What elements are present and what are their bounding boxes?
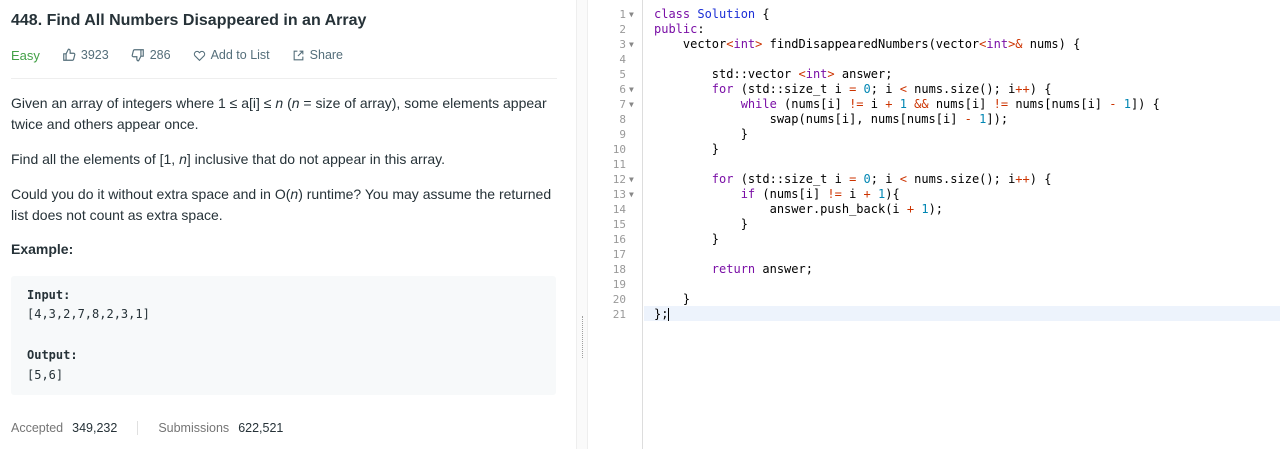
input-label: Input: xyxy=(27,288,71,302)
like-button[interactable]: 3923 xyxy=(62,48,109,62)
line-number: 15 xyxy=(612,218,626,231)
code-editor[interactable]: 1 ▼ 2 3 ▼ 4 5 6 ▼ 7 ▼ 8 9 10 11 12 ▼ 13 … xyxy=(588,0,1280,449)
problem-panel: 448. Find All Numbers Disappeared in an … xyxy=(0,0,576,449)
desc-text: ] inclusive that do not appear in this a… xyxy=(186,151,445,167)
fold-arrow-icon[interactable]: ▼ xyxy=(629,7,639,22)
output-value: [5,6] xyxy=(27,368,64,382)
stats-separator xyxy=(137,421,139,435)
dislike-count: 286 xyxy=(149,48,171,62)
example-heading: Example: xyxy=(11,241,74,257)
code-line: } xyxy=(654,127,748,141)
add-to-list-button[interactable]: Add to List xyxy=(193,48,270,62)
description-paragraph-3: Could you do it without extra space and … xyxy=(11,184,556,226)
code-line: if (nums[i] != i + 1){ xyxy=(740,187,900,201)
line-number: 4 xyxy=(619,53,626,66)
line-number: 17 xyxy=(612,248,626,261)
stats-bar: Accepted 349,232 Submissions 622,521 xyxy=(11,421,283,435)
accepted-label: Accepted xyxy=(11,421,64,435)
fold-arrow-icon[interactable]: ▼ xyxy=(629,37,639,52)
description-paragraph-1: Given an array of integers where 1 ≤ a[i… xyxy=(11,93,556,135)
desc-text: Given an array of integers where 1 ≤ a[i… xyxy=(11,95,276,111)
line-number: 9 xyxy=(619,128,626,141)
share-button[interactable]: Share xyxy=(292,48,343,62)
code-line: for (std::size_t i = 0; i < nums.size();… xyxy=(711,82,1052,96)
line-number: 5 xyxy=(619,68,626,81)
code-line: } xyxy=(654,292,691,306)
heart-icon xyxy=(193,50,205,61)
line-number: 2 xyxy=(619,23,626,36)
code-line: }; xyxy=(654,307,670,321)
line-number-gutter: 1 ▼ 2 3 ▼ 4 5 6 ▼ 7 ▼ 8 9 10 11 12 ▼ 13 … xyxy=(588,0,643,449)
line-number: 18 xyxy=(612,263,626,276)
line-number: 3 xyxy=(619,38,626,51)
code-line: swap(nums[i], nums[nums[i] - 1]); xyxy=(654,112,1009,126)
thumbs-up-icon xyxy=(63,48,76,61)
line-number: 19 xyxy=(612,278,626,291)
line-number: 6 xyxy=(619,83,626,96)
code-line: class Solution { xyxy=(654,7,770,21)
active-line-highlight xyxy=(644,306,1280,321)
input-value: [4,3,2,7,8,2,3,1] xyxy=(27,307,150,321)
add-to-list-label: Add to List xyxy=(210,48,270,62)
line-number: 8 xyxy=(619,113,626,126)
line-number: 7 xyxy=(619,98,626,111)
text-caret xyxy=(668,308,670,321)
line-number: 13 xyxy=(612,188,626,201)
problem-title: 448. Find All Numbers Disappeared in an … xyxy=(11,12,367,29)
code-line: answer.push_back(i + 1); xyxy=(654,202,944,216)
code-line: public: xyxy=(654,22,705,36)
share-icon xyxy=(293,50,304,60)
line-number: 20 xyxy=(612,293,626,306)
submissions-value: 622,521 xyxy=(238,421,284,435)
code-line: } xyxy=(654,142,720,156)
fold-arrow-icon[interactable]: ▼ xyxy=(629,82,639,97)
drag-grip xyxy=(582,316,584,358)
line-number: 11 xyxy=(612,158,626,171)
code-line: std::vector <int> answer; xyxy=(654,67,893,81)
code-line: return answer; xyxy=(711,262,813,276)
problem-meta: Easy 3923 286 Add to List Share xyxy=(11,46,365,64)
panel-resize-handle[interactable] xyxy=(576,0,588,449)
example-block: Input: [4,3,2,7,8,2,3,1] Output: [5,6] xyxy=(11,276,556,395)
dislike-button[interactable]: 286 xyxy=(131,48,171,62)
desc-text: Could you do it without extra space and … xyxy=(11,186,291,202)
code-line: } xyxy=(654,232,720,246)
line-number: 12 xyxy=(612,173,626,186)
code-line: for (std::size_t i = 0; i < nums.size();… xyxy=(711,172,1052,186)
code-line: while (nums[i] != i + 1 && nums[i] != nu… xyxy=(740,97,1160,111)
fold-arrow-icon[interactable]: ▼ xyxy=(629,187,639,202)
line-number: 14 xyxy=(612,203,626,216)
submissions-label: Submissions xyxy=(158,421,230,435)
desc-var: n xyxy=(291,95,300,111)
thumbs-down-icon xyxy=(131,49,144,62)
desc-text: Find all the elements of [1, xyxy=(11,151,180,167)
output-label: Output: xyxy=(27,348,78,362)
line-number: 21 xyxy=(612,308,626,321)
fold-arrow-icon[interactable]: ▼ xyxy=(629,97,639,112)
difficulty-badge: Easy xyxy=(11,47,40,63)
line-number: 1 xyxy=(619,8,626,21)
description-paragraph-2: Find all the elements of [1, n] inclusiv… xyxy=(11,149,556,170)
like-count: 3923 xyxy=(80,48,109,62)
code-line: vector<int> findDisappearedNumbers(vecto… xyxy=(654,37,1081,51)
accepted-value: 349,232 xyxy=(72,421,118,435)
line-number: 16 xyxy=(612,233,626,246)
desc-text: ( xyxy=(283,95,292,111)
share-label: Share xyxy=(309,48,344,62)
desc-var: n xyxy=(179,151,187,167)
code-line: } xyxy=(654,217,748,231)
fold-arrow-icon[interactable]: ▼ xyxy=(629,172,639,187)
line-number: 10 xyxy=(612,143,626,156)
divider-line xyxy=(11,78,557,79)
